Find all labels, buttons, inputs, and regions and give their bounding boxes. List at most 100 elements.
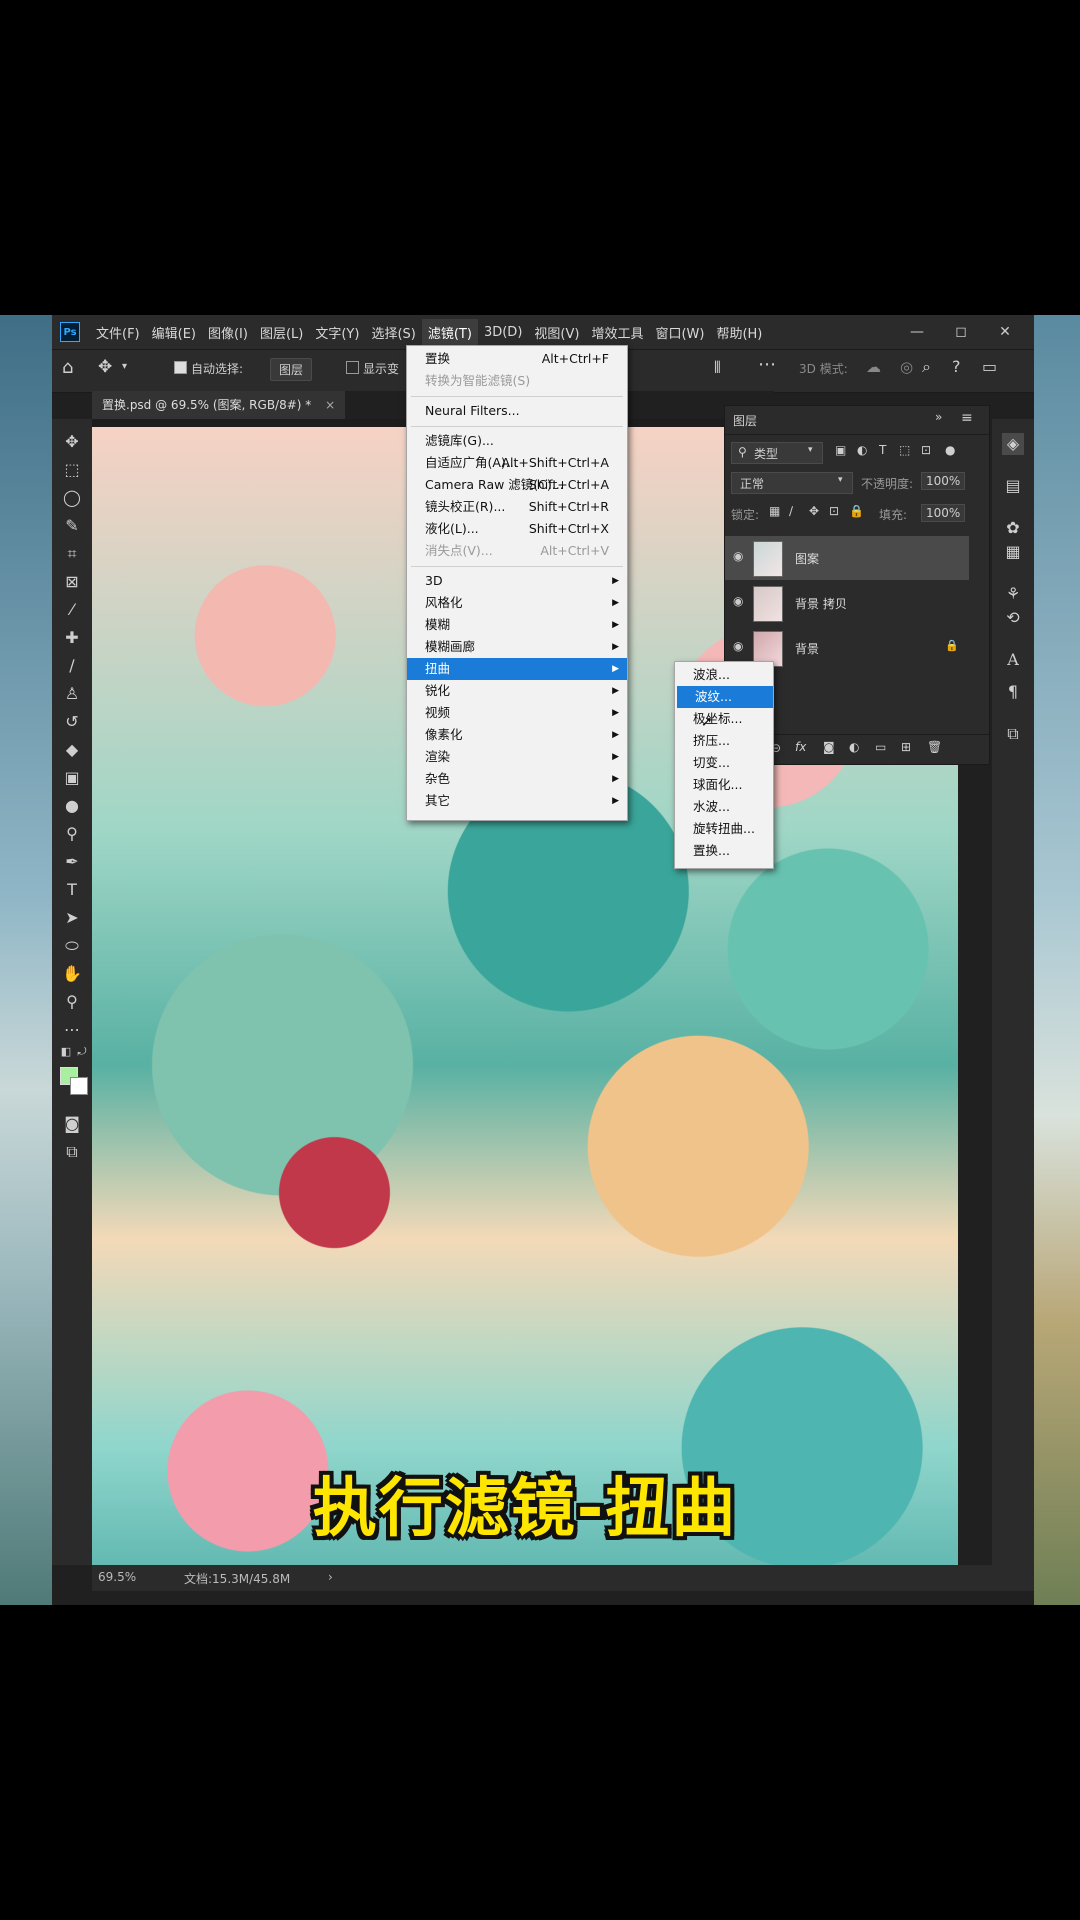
lock-transparent-icon[interactable]: ▦ — [769, 504, 780, 518]
libraries-icon[interactable]: ▤ — [1002, 475, 1024, 497]
menu-item-render[interactable]: 渲染 ▶ — [407, 746, 627, 768]
menu-item-distort[interactable]: 扭曲 ▶ — [407, 658, 627, 680]
add-mask-icon[interactable]: ◙ — [823, 740, 835, 754]
menu-image[interactable]: 图像(I) — [202, 319, 254, 346]
delete-layer-icon[interactable]: 🗑 — [927, 740, 942, 754]
screen-mode-icon[interactable]: ⧉ — [60, 1141, 84, 1163]
move-tool-icon[interactable]: ✥ — [60, 431, 84, 453]
menu-item-blur-gallery[interactable]: 模糊画廊 ▶ — [407, 636, 627, 658]
menu-item-camera-raw[interactable]: Camera Raw 滤镜(C)... Shift+Ctrl+A — [407, 474, 627, 496]
move-tool-icon[interactable]: ✥ — [98, 357, 112, 377]
ellipse-tool-icon[interactable]: ⬭ — [60, 935, 84, 957]
close-window-button[interactable]: ✕ — [990, 321, 1020, 343]
paths-icon[interactable]: ⟲ — [1002, 607, 1024, 629]
lock-artboard-icon[interactable]: ⊡ — [829, 504, 839, 518]
document-tab[interactable]: 置换.psd @ 69.5% (图案, RGB/8#) * × — [92, 391, 346, 419]
menu-item-adaptive-wide-angle[interactable]: 自适应广角(A)... Alt+Shift+Ctrl+A — [407, 452, 627, 474]
clone-stamp-icon[interactable]: ♙ — [60, 683, 84, 705]
menu-layer[interactable]: 图层(L) — [254, 319, 309, 346]
paragraph-panel-icon[interactable]: ¶ — [1002, 681, 1024, 703]
submenu-item-ripple[interactable]: 波纹... — [677, 686, 773, 708]
auto-select-target-dropdown[interactable]: 图层 — [270, 358, 313, 381]
filter-shape-icon[interactable]: ⬚ — [899, 443, 910, 457]
close-tab-icon[interactable]: × — [325, 398, 335, 412]
status-arrow-icon[interactable]: › — [328, 1570, 333, 1584]
filter-toggle-icon[interactable]: ● — [945, 443, 955, 457]
history-brush-icon[interactable]: ↺ — [60, 711, 84, 733]
show-transform-checkbox[interactable]: 显示变 — [346, 360, 399, 377]
menu-select[interactable]: 选择(S) — [365, 319, 421, 346]
roll-3d-icon[interactable]: ◎ — [900, 358, 913, 376]
chevron-down-icon[interactable]: ▾ — [122, 361, 127, 372]
adjustment-layer-icon[interactable]: ◐ — [849, 740, 859, 754]
new-layer-icon[interactable]: ⊞ — [901, 740, 911, 754]
pen-tool-icon[interactable]: ✒ — [60, 851, 84, 873]
filter-type-icon[interactable]: T — [879, 443, 886, 457]
more-tools-icon[interactable]: ⋯ — [60, 1019, 84, 1041]
eyedropper-tool-icon[interactable]: ⁄ — [60, 599, 84, 621]
new-group-icon[interactable]: ▭ — [875, 740, 886, 754]
layers-panel-icon[interactable]: ◈ — [1002, 433, 1024, 455]
submenu-item-twirl[interactable]: 旋转扭曲... — [675, 818, 773, 840]
path-select-tool-icon[interactable]: ➤ — [60, 907, 84, 929]
home-icon[interactable]: ⌂ — [62, 357, 73, 378]
type-tool-icon[interactable]: T — [60, 879, 84, 901]
quick-select-tool-icon[interactable]: ✎ — [60, 515, 84, 537]
zoom-tool-icon[interactable]: ⚲ — [60, 991, 84, 1013]
menu-item-pixelate[interactable]: 像素化 ▶ — [407, 724, 627, 746]
swap-colors-icon[interactable]: ⤾ — [70, 1041, 94, 1063]
hand-tool-icon[interactable]: ✋ — [60, 963, 84, 985]
lock-pixels-icon[interactable]: ∕ — [789, 504, 793, 518]
menu-item-blur[interactable]: 模糊 ▶ — [407, 614, 627, 636]
layers-panel-title[interactable]: 图层 — [733, 412, 757, 429]
dodge-tool-icon[interactable]: ⚲ — [60, 823, 84, 845]
lasso-tool-icon[interactable]: ◯ — [60, 487, 84, 509]
visibility-eye-icon[interactable]: ◉ — [733, 639, 743, 653]
adjustments-icon[interactable]: ⧉ — [1002, 723, 1024, 745]
layer-row[interactable]: ◉ 图案 — [725, 536, 969, 580]
menu-item-filter-gallery[interactable]: 滤镜库(G)... — [407, 430, 627, 452]
panel-menu-icon[interactable]: ≡ — [961, 410, 973, 426]
crop-tool-icon[interactable]: ⌗ — [60, 543, 84, 565]
menu-item-displace-last[interactable]: 置换 Alt+Ctrl+F — [407, 348, 627, 370]
color-panel-icon[interactable]: ✿ — [1002, 517, 1024, 539]
menu-item-3d[interactable]: 3D ▶ — [407, 570, 627, 592]
menu-file[interactable]: 文件(F) — [90, 319, 146, 346]
fill-input[interactable]: 100% — [921, 504, 966, 522]
swatches-icon[interactable]: ▦ — [1002, 541, 1024, 563]
menu-3d[interactable]: 3D(D) — [478, 321, 528, 344]
channels-icon[interactable]: ⚘ — [1002, 583, 1024, 605]
menu-type[interactable]: 文字(Y) — [309, 319, 365, 346]
quick-mask-icon[interactable]: ◙ — [60, 1113, 84, 1135]
background-color-swatch[interactable] — [70, 1077, 88, 1095]
orbit-3d-icon[interactable]: ☁ — [866, 358, 881, 376]
search-icon[interactable]: ⌕ — [922, 357, 931, 377]
filter-smart-icon[interactable]: ⊡ — [921, 443, 931, 457]
filter-pixel-icon[interactable]: ▣ — [835, 443, 846, 457]
character-panel-icon[interactable]: A — [1002, 649, 1024, 671]
submenu-item-wave[interactable]: 波浪... — [675, 664, 773, 686]
menu-view[interactable]: 视图(V) — [528, 319, 585, 346]
menu-item-noise[interactable]: 杂色 ▶ — [407, 768, 627, 790]
visibility-eye-icon[interactable]: ◉ — [733, 594, 743, 608]
marquee-tool-icon[interactable]: ⬚ — [60, 459, 84, 481]
submenu-item-spherize[interactable]: 球面化... — [675, 774, 773, 796]
menu-filter[interactable]: 滤镜(T) — [421, 318, 478, 346]
zoom-level[interactable]: 69.5% — [98, 1570, 136, 1584]
lock-position-icon[interactable]: ✥ — [809, 504, 819, 518]
menu-edit[interactable]: 编辑(E) — [146, 319, 202, 346]
menu-item-video[interactable]: 视频 ▶ — [407, 702, 627, 724]
layer-row[interactable]: ◉ 背景 拷贝 — [725, 581, 969, 625]
submenu-item-displace[interactable]: 置换... — [675, 840, 773, 862]
collapse-panel-icon[interactable]: » — [935, 410, 942, 424]
layer-filter-dropdown[interactable]: ⚲ 类型 ▾ — [731, 442, 823, 464]
menu-item-other[interactable]: 其它 ▶ — [407, 790, 627, 812]
submenu-item-pinch[interactable]: 挤压... — [675, 730, 773, 752]
menu-item-neural-filters[interactable]: Neural Filters... — [407, 400, 627, 422]
brush-tool-icon[interactable]: ∕ — [60, 655, 84, 677]
menu-item-stylize[interactable]: 风格化 ▶ — [407, 592, 627, 614]
minimize-button[interactable]: — — [902, 321, 932, 343]
frame-tool-icon[interactable]: ⊠ — [60, 571, 84, 593]
healing-brush-icon[interactable]: ✚ — [60, 627, 84, 649]
menu-item-liquify[interactable]: 液化(L)... Shift+Ctrl+X — [407, 518, 627, 540]
